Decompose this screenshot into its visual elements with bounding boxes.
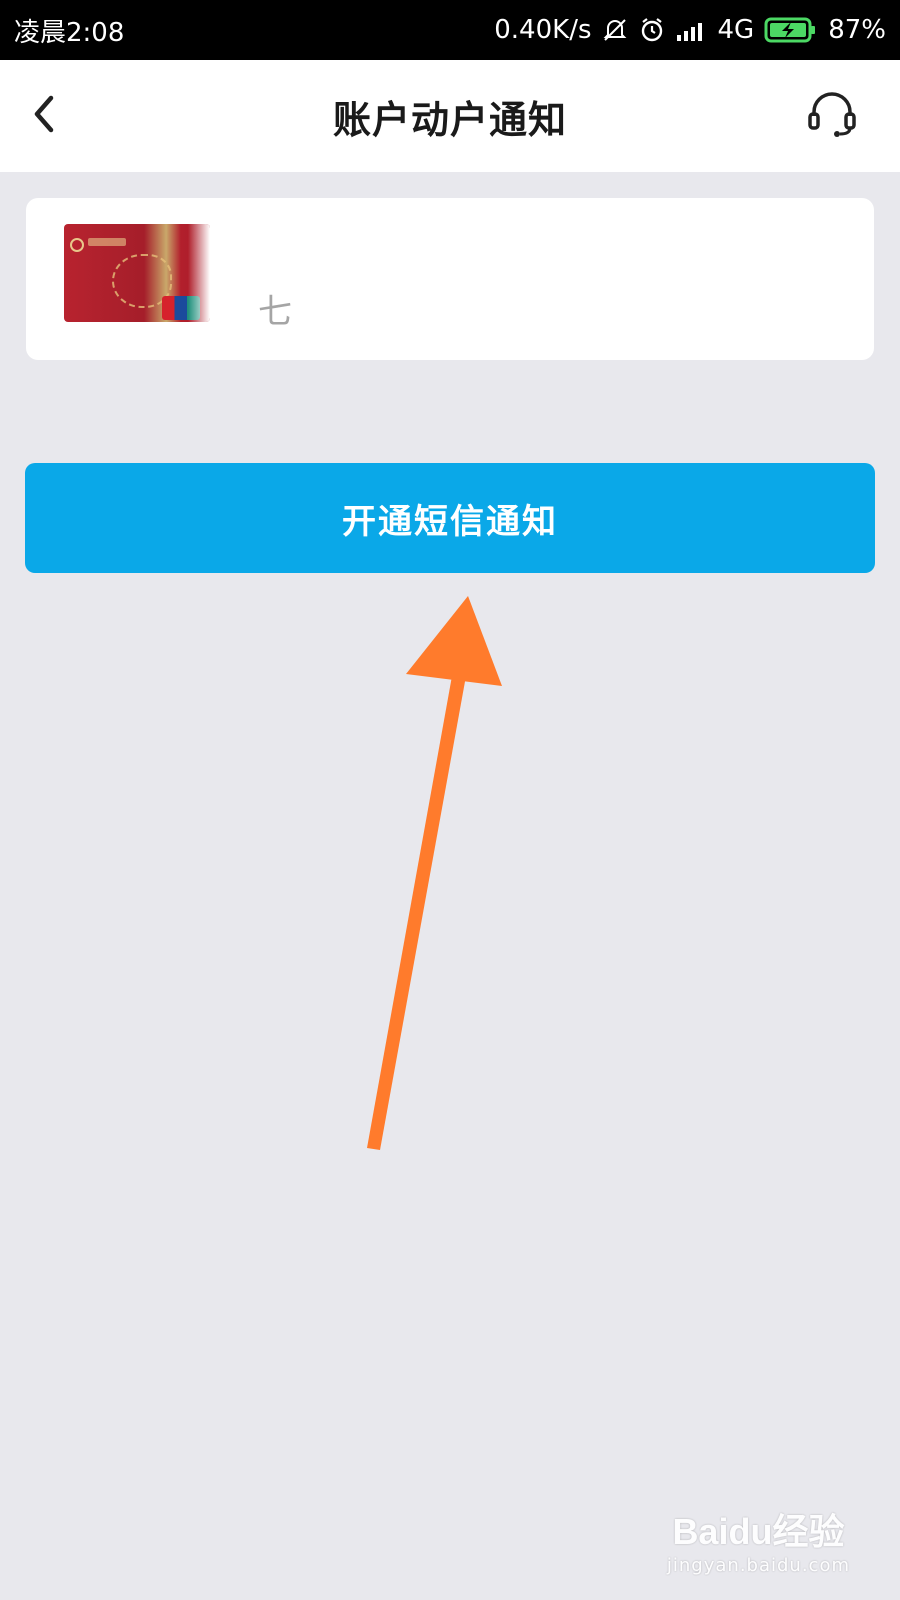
watermark-url: jingyan.baidu.com: [666, 1555, 850, 1576]
battery-percent: 87%: [828, 15, 886, 45]
card-fade: [188, 224, 210, 322]
open-sms-button[interactable]: 开通短信通知: [25, 463, 875, 573]
page-title: 账户动户通知: [332, 97, 567, 142]
status-right: 0.40K/s 4G 87%: [494, 15, 886, 45]
nav-bar: 账户动户通知: [0, 60, 900, 172]
arrow-head: [406, 596, 502, 686]
network-type: 4G: [717, 15, 755, 45]
account-card-text: 七: [258, 292, 292, 332]
bank-logo-mark: [88, 238, 126, 246]
status-time: 凌晨2:08: [14, 17, 125, 48]
headset-icon: [806, 90, 858, 142]
watermark-brand: Baidu经验: [672, 1511, 845, 1552]
alarm-icon: [638, 16, 666, 44]
customer-service-button[interactable]: [804, 90, 860, 142]
status-left: 凌晨2:08: [14, 12, 124, 49]
back-button[interactable]: [24, 90, 64, 142]
account-card-panel[interactable]: 七: [26, 198, 874, 360]
signal-icon: [676, 18, 708, 42]
network-speed: 0.40K/s: [494, 15, 592, 45]
status-bar: 凌晨2:08 0.40K/s 4G 87%: [0, 0, 900, 60]
mute-bell-icon: [602, 17, 628, 43]
arrow-shaft: [367, 676, 466, 1150]
baidu-watermark: Baidu经验 jingyan.baidu.com: [667, 1503, 850, 1576]
chevron-left-icon: [29, 92, 59, 140]
battery-charging-icon: [764, 16, 818, 44]
bank-card-image: [64, 224, 210, 322]
bank-logo-icon: [70, 238, 84, 252]
